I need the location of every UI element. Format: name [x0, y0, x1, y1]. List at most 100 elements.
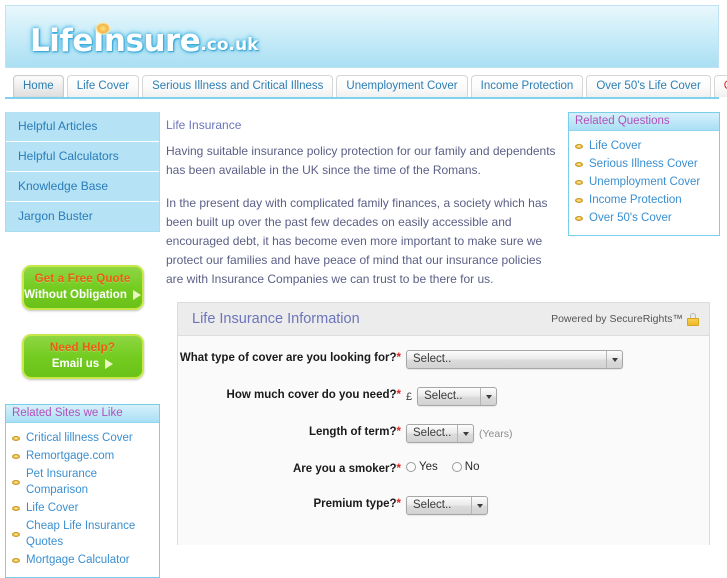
- bullet-icon: [12, 453, 20, 459]
- radio-icon[interactable]: [406, 462, 416, 472]
- logo-spark-icon: [95, 22, 111, 35]
- cover-amount-label-text: How much cover do you need?: [226, 389, 397, 401]
- related-site-label: Mortgage Calculator: [26, 554, 130, 566]
- need-help-button[interactable]: Need Help? Email us: [21, 334, 144, 379]
- sidebar-item-helpful-calculators[interactable]: Helpful Calculators: [6, 142, 159, 172]
- related-sites-title: Related Sites we Like: [6, 405, 159, 423]
- related-question-link[interactable]: Life Cover: [575, 137, 715, 155]
- intro-paragraph-2: In the present day with complicated fami…: [166, 196, 548, 286]
- site-header-banner: LifeInsure .co.uk: [5, 5, 719, 68]
- related-site-label: Life Cover: [26, 502, 79, 514]
- currency-symbol: £: [406, 390, 413, 403]
- related-site-link[interactable]: Pet Insurance Comparison: [12, 465, 155, 499]
- smoker-radio-yes[interactable]: Yes: [406, 461, 438, 473]
- related-questions-panel: Related Questions Life Cover Serious Ill…: [568, 112, 720, 236]
- lock-icon: [687, 312, 699, 326]
- term-length-label-text: Length of term?: [308, 426, 397, 438]
- get-free-quote-button[interactable]: Get a Free Quote Without Obligation: [21, 265, 144, 310]
- required-marker: *: [396, 463, 401, 475]
- bullet-icon: [575, 197, 583, 203]
- secure-rights-label: Powered by SecureRights™: [551, 313, 683, 325]
- bullet-icon: [575, 215, 583, 221]
- smoker-radio-yes-label: Yes: [419, 461, 438, 473]
- radio-icon[interactable]: [451, 462, 462, 472]
- site-logo[interactable]: LifeInsure .co.uk: [30, 20, 258, 62]
- related-site-link[interactable]: Cheap Life Insurance Quotes: [12, 517, 155, 551]
- main-content: Life Insurance Having suitable insurance…: [166, 112, 560, 303]
- term-length-hint: (Years): [479, 427, 513, 440]
- premium-type-select[interactable]: Select..: [406, 496, 488, 515]
- required-marker: *: [396, 498, 401, 510]
- related-question-label: Life Cover: [589, 140, 642, 152]
- nav-tab-life-cover[interactable]: Life Cover: [66, 75, 140, 97]
- chevron-down-icon: [457, 425, 473, 442]
- get-free-quote-subtitle: Without Obligation: [24, 289, 142, 301]
- cover-amount-select[interactable]: Select..: [417, 387, 498, 406]
- related-site-link[interactable]: Life Cover: [12, 499, 155, 517]
- need-help-subtitle: Email us: [24, 358, 142, 370]
- sidebar-item-jargon-buster[interactable]: Jargon Buster: [6, 202, 159, 231]
- related-site-label: Critical lillness Cover: [26, 432, 133, 444]
- form-row-cover-amount: How much cover do you need?* £ Select..: [178, 387, 709, 406]
- smoker-radio-no-label: No: [464, 461, 480, 473]
- related-question-label: Unemployment Cover: [589, 176, 701, 188]
- related-question-link[interactable]: Unemployment Cover: [575, 173, 715, 191]
- cover-type-select[interactable]: Select..: [406, 350, 623, 369]
- related-site-link[interactable]: Mortgage Calculator: [12, 551, 155, 569]
- term-length-select-value: Select..: [413, 427, 452, 439]
- related-site-link[interactable]: Remortgage.com: [12, 447, 155, 465]
- related-site-label: Cheap Life Insurance Quotes: [26, 520, 136, 548]
- cover-type-label-text: What type of cover are you looking for?: [179, 352, 397, 364]
- required-marker: *: [396, 352, 401, 364]
- related-site-link[interactable]: Critical lillness Cover: [12, 429, 155, 447]
- related-site-label: Pet Insurance Comparison: [26, 468, 97, 496]
- right-sidebar: Related Questions Life Cover Serious Ill…: [568, 112, 720, 236]
- related-question-link[interactable]: Serious Illness Cover: [575, 155, 715, 173]
- sidebar-nav-list: Helpful Articles Helpful Calculators Kno…: [5, 112, 160, 232]
- smoker-radio-no[interactable]: No: [451, 461, 480, 473]
- smoker-field: Yes No: [406, 461, 479, 473]
- bullet-icon: [12, 505, 20, 511]
- bullet-icon: [575, 179, 583, 185]
- bullet-icon: [12, 531, 20, 537]
- cover-amount-select-value: Select..: [424, 390, 463, 402]
- nav-tab-home[interactable]: Home: [13, 75, 64, 97]
- related-question-label: Income Protection: [589, 194, 682, 206]
- main-navigation: Home Life Cover Serious Illness and Crit…: [5, 75, 727, 99]
- premium-type-label: Premium type?*: [178, 496, 406, 513]
- get-free-quote-subtitle-text: Without Obligation: [24, 289, 127, 301]
- required-marker: *: [396, 426, 401, 438]
- sidebar-item-helpful-articles[interactable]: Helpful Articles: [6, 112, 159, 142]
- term-length-field: Select.. (Years): [406, 424, 512, 443]
- term-length-select[interactable]: Select..: [406, 424, 474, 443]
- cover-type-select-value: Select..: [413, 353, 452, 365]
- premium-type-select-value: Select..: [413, 499, 452, 511]
- related-question-label: Over 50's Cover: [589, 212, 672, 224]
- need-help-subtitle-text: Email us: [51, 358, 100, 370]
- cover-type-field: Select..: [406, 350, 623, 369]
- nav-tab-over-50s[interactable]: Over 50's Life Cover: [586, 75, 711, 97]
- logo-main-text: LifeInsure: [30, 22, 201, 59]
- related-question-label: Serious Illness Cover: [589, 158, 698, 170]
- bullet-icon: [12, 479, 20, 485]
- required-marker: *: [396, 389, 401, 401]
- page-title: Life Insurance: [166, 118, 242, 132]
- bullet-icon: [12, 557, 20, 563]
- bullet-icon: [575, 143, 583, 149]
- smoker-label: Are you a smoker?*: [178, 461, 406, 478]
- nav-tab-unemployment-cover[interactable]: Unemployment Cover: [336, 75, 468, 97]
- left-sidebar: Helpful Articles Helpful Calculators Kno…: [5, 112, 160, 578]
- form-row-cover-type: What type of cover are you looking for?*…: [178, 350, 709, 369]
- related-question-link[interactable]: Over 50's Cover: [575, 209, 715, 227]
- bullet-icon: [575, 161, 583, 167]
- quote-form-title: Life Insurance Information: [192, 311, 360, 327]
- nav-tab-income-protection[interactable]: Income Protection: [470, 75, 584, 97]
- nav-tab-get-a-quote[interactable]: Get a Quote: [713, 75, 727, 97]
- quote-form-header: Life Insurance Information Powered by Se…: [178, 303, 709, 336]
- chevron-down-icon: [480, 388, 496, 405]
- sidebar-item-knowledge-base[interactable]: Knowledge Base: [6, 172, 159, 202]
- need-help-title: Need Help?: [49, 342, 116, 354]
- related-question-link[interactable]: Income Protection: [575, 191, 715, 209]
- nav-tab-serious-illness[interactable]: Serious Illness and Critical Illness: [142, 75, 334, 97]
- chevron-down-icon: [606, 351, 622, 368]
